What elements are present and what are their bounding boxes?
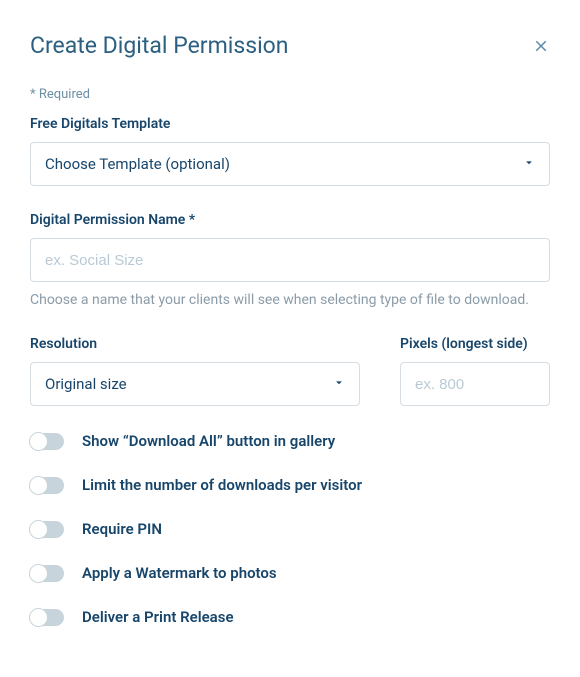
toggle-limit-downloads[interactable]: [30, 477, 64, 494]
resolution-select[interactable]: Original size: [30, 362, 360, 406]
permission-name-helper: Choose a name that your clients will see…: [30, 292, 550, 308]
dialog-header: Create Digital Permission: [30, 32, 550, 59]
pixels-input[interactable]: [400, 362, 550, 406]
toggle-watermark-label: Apply a Watermark to photos: [82, 564, 277, 582]
toggle-download-all-row: Show “Download All” button in gallery: [30, 432, 550, 450]
toggle-knob: [29, 564, 48, 583]
resolution-select-value: Original size: [30, 362, 360, 406]
toggle-limit-downloads-row: Limit the number of downloads per visito…: [30, 476, 550, 494]
toggle-download-all-label: Show “Download All” button in gallery: [82, 432, 335, 450]
toggle-knob: [29, 432, 48, 451]
required-note: * Required: [30, 87, 550, 102]
resolution-row: Resolution Original size Pixels (longest…: [30, 336, 550, 406]
toggle-knob: [29, 476, 48, 495]
dialog-title: Create Digital Permission: [30, 32, 288, 59]
toggle-limit-downloads-label: Limit the number of downloads per visito…: [82, 476, 362, 494]
toggle-print-release[interactable]: [30, 609, 64, 626]
permission-name-label: Digital Permission Name *: [30, 212, 550, 228]
toggle-print-release-row: Deliver a Print Release: [30, 608, 550, 626]
toggle-knob: [29, 520, 48, 539]
permission-name-input[interactable]: [30, 238, 550, 282]
resolution-label: Resolution: [30, 336, 360, 352]
toggle-require-pin-row: Require PIN: [30, 520, 550, 538]
close-icon[interactable]: [532, 37, 550, 55]
toggle-watermark-row: Apply a Watermark to photos: [30, 564, 550, 582]
template-label: Free Digitals Template: [30, 116, 550, 132]
toggle-download-all[interactable]: [30, 433, 64, 450]
toggle-print-release-label: Deliver a Print Release: [82, 608, 234, 626]
toggle-require-pin-label: Require PIN: [82, 520, 162, 538]
toggle-knob: [29, 608, 48, 627]
toggle-require-pin[interactable]: [30, 521, 64, 538]
pixels-label: Pixels (longest side): [400, 336, 550, 352]
toggle-watermark[interactable]: [30, 565, 64, 582]
template-select-value: Choose Template (optional): [30, 142, 550, 186]
template-select[interactable]: Choose Template (optional): [30, 142, 550, 186]
